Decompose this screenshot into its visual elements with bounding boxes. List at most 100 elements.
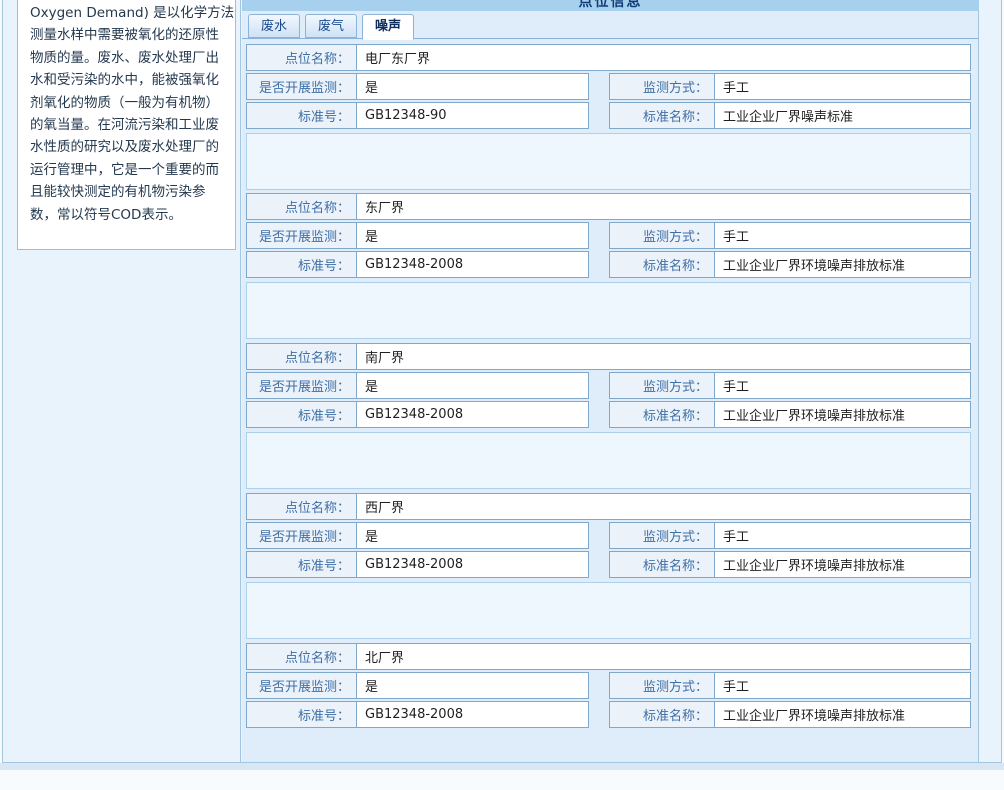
monitoring-method-label: 监测方式：: [610, 673, 715, 698]
standard-no-box: 标准号： GB12348-2008: [246, 251, 589, 278]
monitoring-method-value: 手工: [715, 373, 970, 398]
standard-no-label: 标准号：: [247, 552, 357, 577]
monitoring-method-box: 监测方式： 手工: [609, 222, 971, 249]
tab-wastewater[interactable]: 废水: [248, 14, 300, 38]
point-name-box: 点位名称： 西厂界: [246, 493, 971, 520]
monitoring-method-box: 监测方式： 手工: [609, 73, 971, 100]
standard-name-label: 标准名称：: [610, 252, 715, 277]
monitoring-method-value: 手工: [715, 74, 970, 99]
standard-row: 标准号： GB12348-2008 标准名称： 工业企业厂界环境噪声排放标准: [246, 551, 971, 578]
monitoring-method-box: 监测方式： 手工: [609, 672, 971, 699]
page-bottom-strip: [0, 763, 1004, 770]
point-name-row: 点位名称： 南厂界: [246, 343, 971, 370]
point-section: 点位名称： 南厂界 是否开展监测： 是 监测方式： 手工 标准号： GB1234…: [246, 343, 971, 490]
standard-name-label: 标准名称：: [610, 552, 715, 577]
cod-info-line: 的氧当量。在河流污染和工业废: [30, 114, 230, 136]
cod-info-line: 且能较快测定的有机物污染参: [30, 181, 230, 203]
point-name-value: 西厂界: [357, 494, 970, 519]
cod-info-line: 水性质的研究以及废水处理厂的: [30, 136, 230, 158]
standard-name-value: 工业企业厂界环境噪声排放标准: [715, 402, 970, 427]
point-name-row: 点位名称： 西厂界: [246, 493, 971, 520]
standard-row: 标准号： GB12348-2008 标准名称： 工业企业厂界环境噪声排放标准: [246, 401, 971, 428]
point-name-value: 东厂界: [357, 194, 970, 219]
point-name-row: 点位名称： 电厂东厂界: [246, 44, 971, 71]
monitoring-row: 是否开展监测： 是 监测方式： 手工: [246, 672, 971, 699]
cod-info-line: 数，常以符号COD表示。: [30, 204, 230, 226]
section-spacer: [246, 582, 971, 639]
point-name-row: 点位名称： 北厂界: [246, 643, 971, 670]
monitoring-method-label: 监测方式：: [610, 74, 715, 99]
standard-no-value: GB12348-2008: [357, 252, 588, 277]
cod-info-line: 水和受污染的水中，能被强氧化: [30, 69, 230, 91]
cod-info-line: 剂氧化的物质（一般为有机物）: [30, 92, 230, 114]
monitoring-method-box: 监测方式： 手工: [609, 372, 971, 399]
standard-no-box: 标准号： GB12348-2008: [246, 551, 589, 578]
page-title: 点位信息: [242, 0, 979, 11]
monitoring-method-label: 监测方式：: [610, 373, 715, 398]
monitoring-conducted-label: 是否开展监测：: [247, 673, 357, 698]
page-container: Oxygen Demand) 是以化学方法测量水样中需要被氧化的还原性物质的量。…: [2, 0, 1002, 763]
monitoring-row: 是否开展监测： 是 监测方式： 手工: [246, 222, 971, 249]
monitoring-method-label: 监测方式：: [610, 523, 715, 548]
standard-no-label: 标准号：: [247, 252, 357, 277]
sidebar: Oxygen Demand) 是以化学方法测量水样中需要被氧化的还原性物质的量。…: [3, 0, 241, 762]
monitoring-conducted-value: 是: [357, 74, 588, 99]
monitoring-method-value: 手工: [715, 673, 970, 698]
tab-content-panel: 废水废气噪声 点位名称： 电厂东厂界 是否开展监测： 是 监测方式： 手工 标准…: [242, 11, 979, 762]
standard-name-label: 标准名称：: [610, 103, 715, 128]
standard-no-box: 标准号： GB12348-2008: [246, 701, 589, 728]
point-name-label: 点位名称：: [247, 45, 357, 70]
monitoring-conducted-value: 是: [357, 373, 588, 398]
standard-name-label: 标准名称：: [610, 402, 715, 427]
point-section: 点位名称： 电厂东厂界 是否开展监测： 是 监测方式： 手工 标准号： GB12…: [246, 44, 971, 191]
standard-row: 标准号： GB12348-2008 标准名称： 工业企业厂界环境噪声排放标准: [246, 701, 971, 728]
point-section: 点位名称： 东厂界 是否开展监测： 是 监测方式： 手工 标准号： GB1234…: [246, 193, 971, 340]
point-name-box: 点位名称： 东厂界: [246, 193, 971, 220]
monitoring-conducted-box: 是否开展监测： 是: [246, 372, 589, 399]
standard-no-box: 标准号： GB12348-90: [246, 102, 589, 129]
monitoring-conducted-label: 是否开展监测：: [247, 74, 357, 99]
monitoring-conducted-value: 是: [357, 223, 588, 248]
monitoring-method-box: 监测方式： 手工: [609, 522, 971, 549]
point-name-box: 点位名称： 电厂东厂界: [246, 44, 971, 71]
standard-row: 标准号： GB12348-90 标准名称： 工业企业厂界噪声标准: [246, 102, 971, 129]
point-name-value: 南厂界: [357, 344, 970, 369]
monitoring-row: 是否开展监测： 是 监测方式： 手工: [246, 73, 971, 100]
standard-no-value: GB12348-90: [357, 103, 588, 128]
standard-name-box: 标准名称： 工业企业厂界环境噪声排放标准: [609, 251, 971, 278]
monitoring-conducted-value: 是: [357, 523, 588, 548]
main-panel: 点位信息 废水废气噪声 点位名称： 电厂东厂界 是否开展监测： 是 监测方式： …: [242, 0, 1001, 762]
point-name-label: 点位名称：: [247, 194, 357, 219]
cod-info-line: 运行管理中，它是一个重要的而: [30, 159, 230, 181]
monitoring-conducted-label: 是否开展监测：: [247, 223, 357, 248]
monitoring-conducted-label: 是否开展监测：: [247, 523, 357, 548]
standard-name-box: 标准名称： 工业企业厂界环境噪声排放标准: [609, 701, 971, 728]
standard-name-value: 工业企业厂界环境噪声排放标准: [715, 252, 970, 277]
point-name-label: 点位名称：: [247, 344, 357, 369]
point-name-box: 点位名称： 南厂界: [246, 343, 971, 370]
cod-info-line: 物质的量。废水、废水处理厂出: [30, 47, 230, 69]
standard-name-box: 标准名称： 工业企业厂界环境噪声排放标准: [609, 401, 971, 428]
monitoring-conducted-box: 是否开展监测： 是: [246, 672, 589, 699]
cod-info-text: Oxygen Demand) 是以化学方法测量水样中需要被氧化的还原性物质的量。…: [30, 2, 230, 226]
tab-noise[interactable]: 噪声: [362, 14, 414, 40]
standard-row: 标准号： GB12348-2008 标准名称： 工业企业厂界环境噪声排放标准: [246, 251, 971, 278]
monitoring-conducted-box: 是否开展监测： 是: [246, 222, 589, 249]
standard-no-value: GB12348-2008: [357, 402, 588, 427]
point-name-value: 北厂界: [357, 644, 970, 669]
point-name-box: 点位名称： 北厂界: [246, 643, 971, 670]
monitoring-conducted-box: 是否开展监测： 是: [246, 73, 589, 100]
cod-info-line: Oxygen Demand) 是以化学方法: [30, 2, 230, 24]
standard-no-value: GB12348-2008: [357, 702, 588, 727]
point-name-label: 点位名称：: [247, 644, 357, 669]
standard-name-value: 工业企业厂界环境噪声排放标准: [715, 702, 970, 727]
standard-name-value: 工业企业厂界噪声标准: [715, 103, 970, 128]
section-spacer: [246, 432, 971, 489]
monitoring-row: 是否开展监测： 是 监测方式： 手工: [246, 522, 971, 549]
standard-name-box: 标准名称： 工业企业厂界噪声标准: [609, 102, 971, 129]
standard-no-value: GB12348-2008: [357, 552, 588, 577]
point-name-value: 电厂东厂界: [357, 45, 970, 70]
monitoring-method-value: 手工: [715, 523, 970, 548]
tab-waste-gas[interactable]: 废气: [305, 14, 357, 38]
standard-no-label: 标准号：: [247, 402, 357, 427]
